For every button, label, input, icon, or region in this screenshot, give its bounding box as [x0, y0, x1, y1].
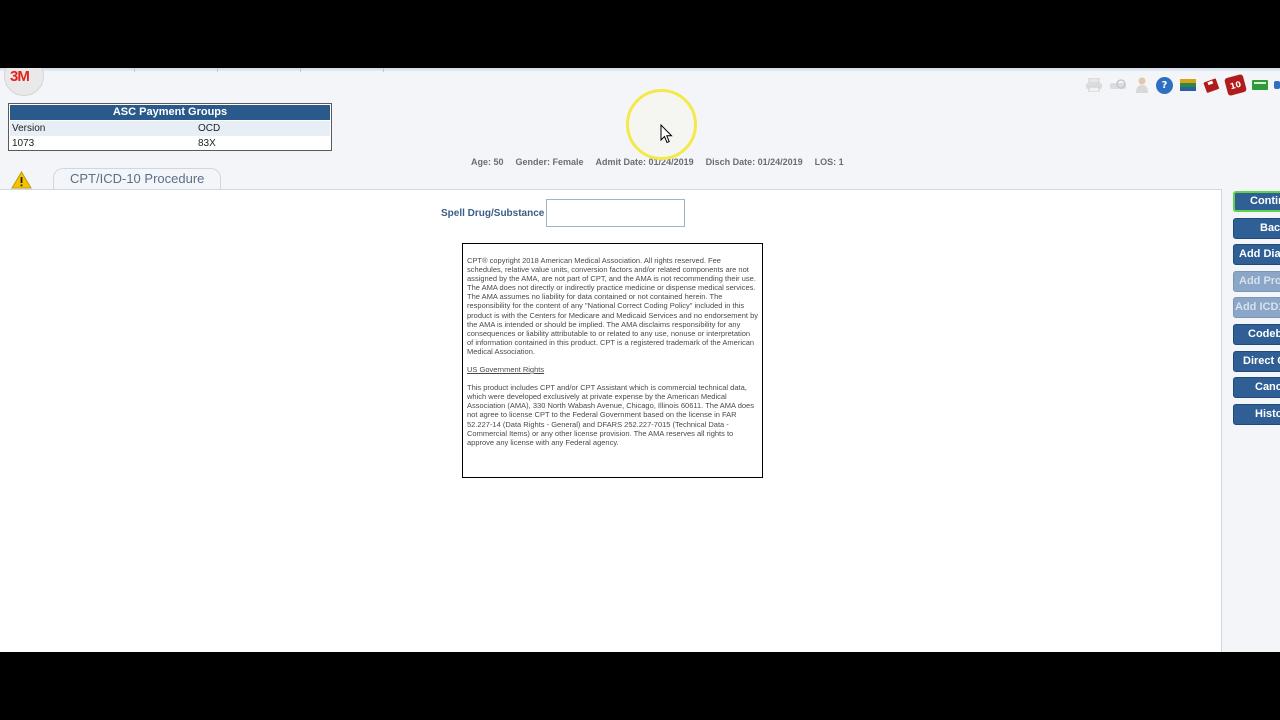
books-icon[interactable] [1178, 76, 1197, 94]
header-tab-1[interactable] [52, 68, 135, 72]
add-diagnosis-button[interactable]: Add Diag [1233, 244, 1280, 266]
history-button[interactable]: Histo [1233, 403, 1280, 425]
toolbar: ? 10 [1084, 73, 1280, 97]
edit-book-icon[interactable] [1202, 76, 1221, 94]
back-button[interactable]: Back [1233, 217, 1280, 239]
cancel-button[interactable]: Canc [1233, 377, 1280, 399]
help-icon[interactable]: ? [1156, 76, 1173, 94]
payment-groups-title: ASC Payment Groups [10, 105, 330, 120]
user-icon[interactable] [1132, 76, 1151, 94]
main-panel: Spell Drug/Substance CPT® copyright 2018… [0, 189, 1222, 652]
us-government-rights-link[interactable]: US Government Rights [467, 365, 758, 374]
action-button-column: Continue Back Add Diag Add Proc Add ICD1… [1233, 191, 1280, 430]
patient-age: Age: 50 [471, 157, 504, 167]
table-row: Version OCD [10, 121, 330, 136]
application-window: 3M ? 10 ASC Payment Groups Version OCD 1… [0, 68, 1280, 652]
tab-row: CPT/ICD-10 Procedure [0, 168, 1280, 189]
more-icon[interactable] [1274, 76, 1280, 94]
patient-gender: Gender: Female [515, 157, 584, 167]
copyright-paragraph: CPT® copyright 2018 American Medical Ass… [467, 256, 758, 356]
table-cell: 83X [198, 138, 216, 149]
ten-book-icon[interactable]: 10 [1223, 73, 1248, 97]
table-cell: 1073 [12, 138, 35, 149]
header-tab-3[interactable] [218, 68, 301, 72]
table-row: 1073 83X [10, 136, 330, 151]
green-book-icon[interactable] [1250, 76, 1269, 94]
3m-logo: 3M [4, 68, 44, 96]
spell-drug-input[interactable] [546, 199, 685, 227]
asc-payment-groups-panel: ASC Payment Groups Version OCD 1073 83X [8, 103, 332, 151]
header-tab-4[interactable] [301, 68, 384, 72]
mouse-pointer-icon [660, 123, 673, 149]
header-tab-2[interactable] [135, 68, 218, 72]
direct-code-button[interactable]: Direct C [1233, 350, 1280, 372]
continue-button[interactable]: Continue [1233, 191, 1280, 212]
table-cell: OCD [198, 123, 221, 134]
copyright-notice: CPT® copyright 2018 American Medical Ass… [462, 243, 763, 478]
patient-admit-date: Admit Date: 01/24/2019 [595, 157, 694, 167]
patient-los: LOS: 1 [814, 157, 844, 167]
add-icd-button[interactable]: Add ICD1 [1233, 297, 1280, 319]
help-glyph: ? [1161, 79, 1168, 91]
table-cell: Version [12, 123, 46, 134]
tab-cpt-icd10-procedure[interactable]: CPT/ICD-10 Procedure [53, 168, 222, 189]
add-procedure-button[interactable]: Add Proc [1233, 270, 1280, 292]
warning-icon[interactable] [11, 171, 32, 189]
print-preview-icon[interactable] [1108, 76, 1127, 94]
codebook-button[interactable]: Codeb [1233, 323, 1280, 345]
logo-text: 3M [10, 68, 30, 85]
government-rights-paragraph: This product includes CPT and/or CPT Ass… [467, 383, 754, 447]
patient-disch-date: Disch Date: 01/24/2019 [705, 157, 803, 167]
printer-icon[interactable] [1084, 76, 1103, 94]
spell-drug-label: Spell Drug/Substance [441, 208, 545, 219]
ten-glyph: 10 [1228, 79, 1243, 91]
